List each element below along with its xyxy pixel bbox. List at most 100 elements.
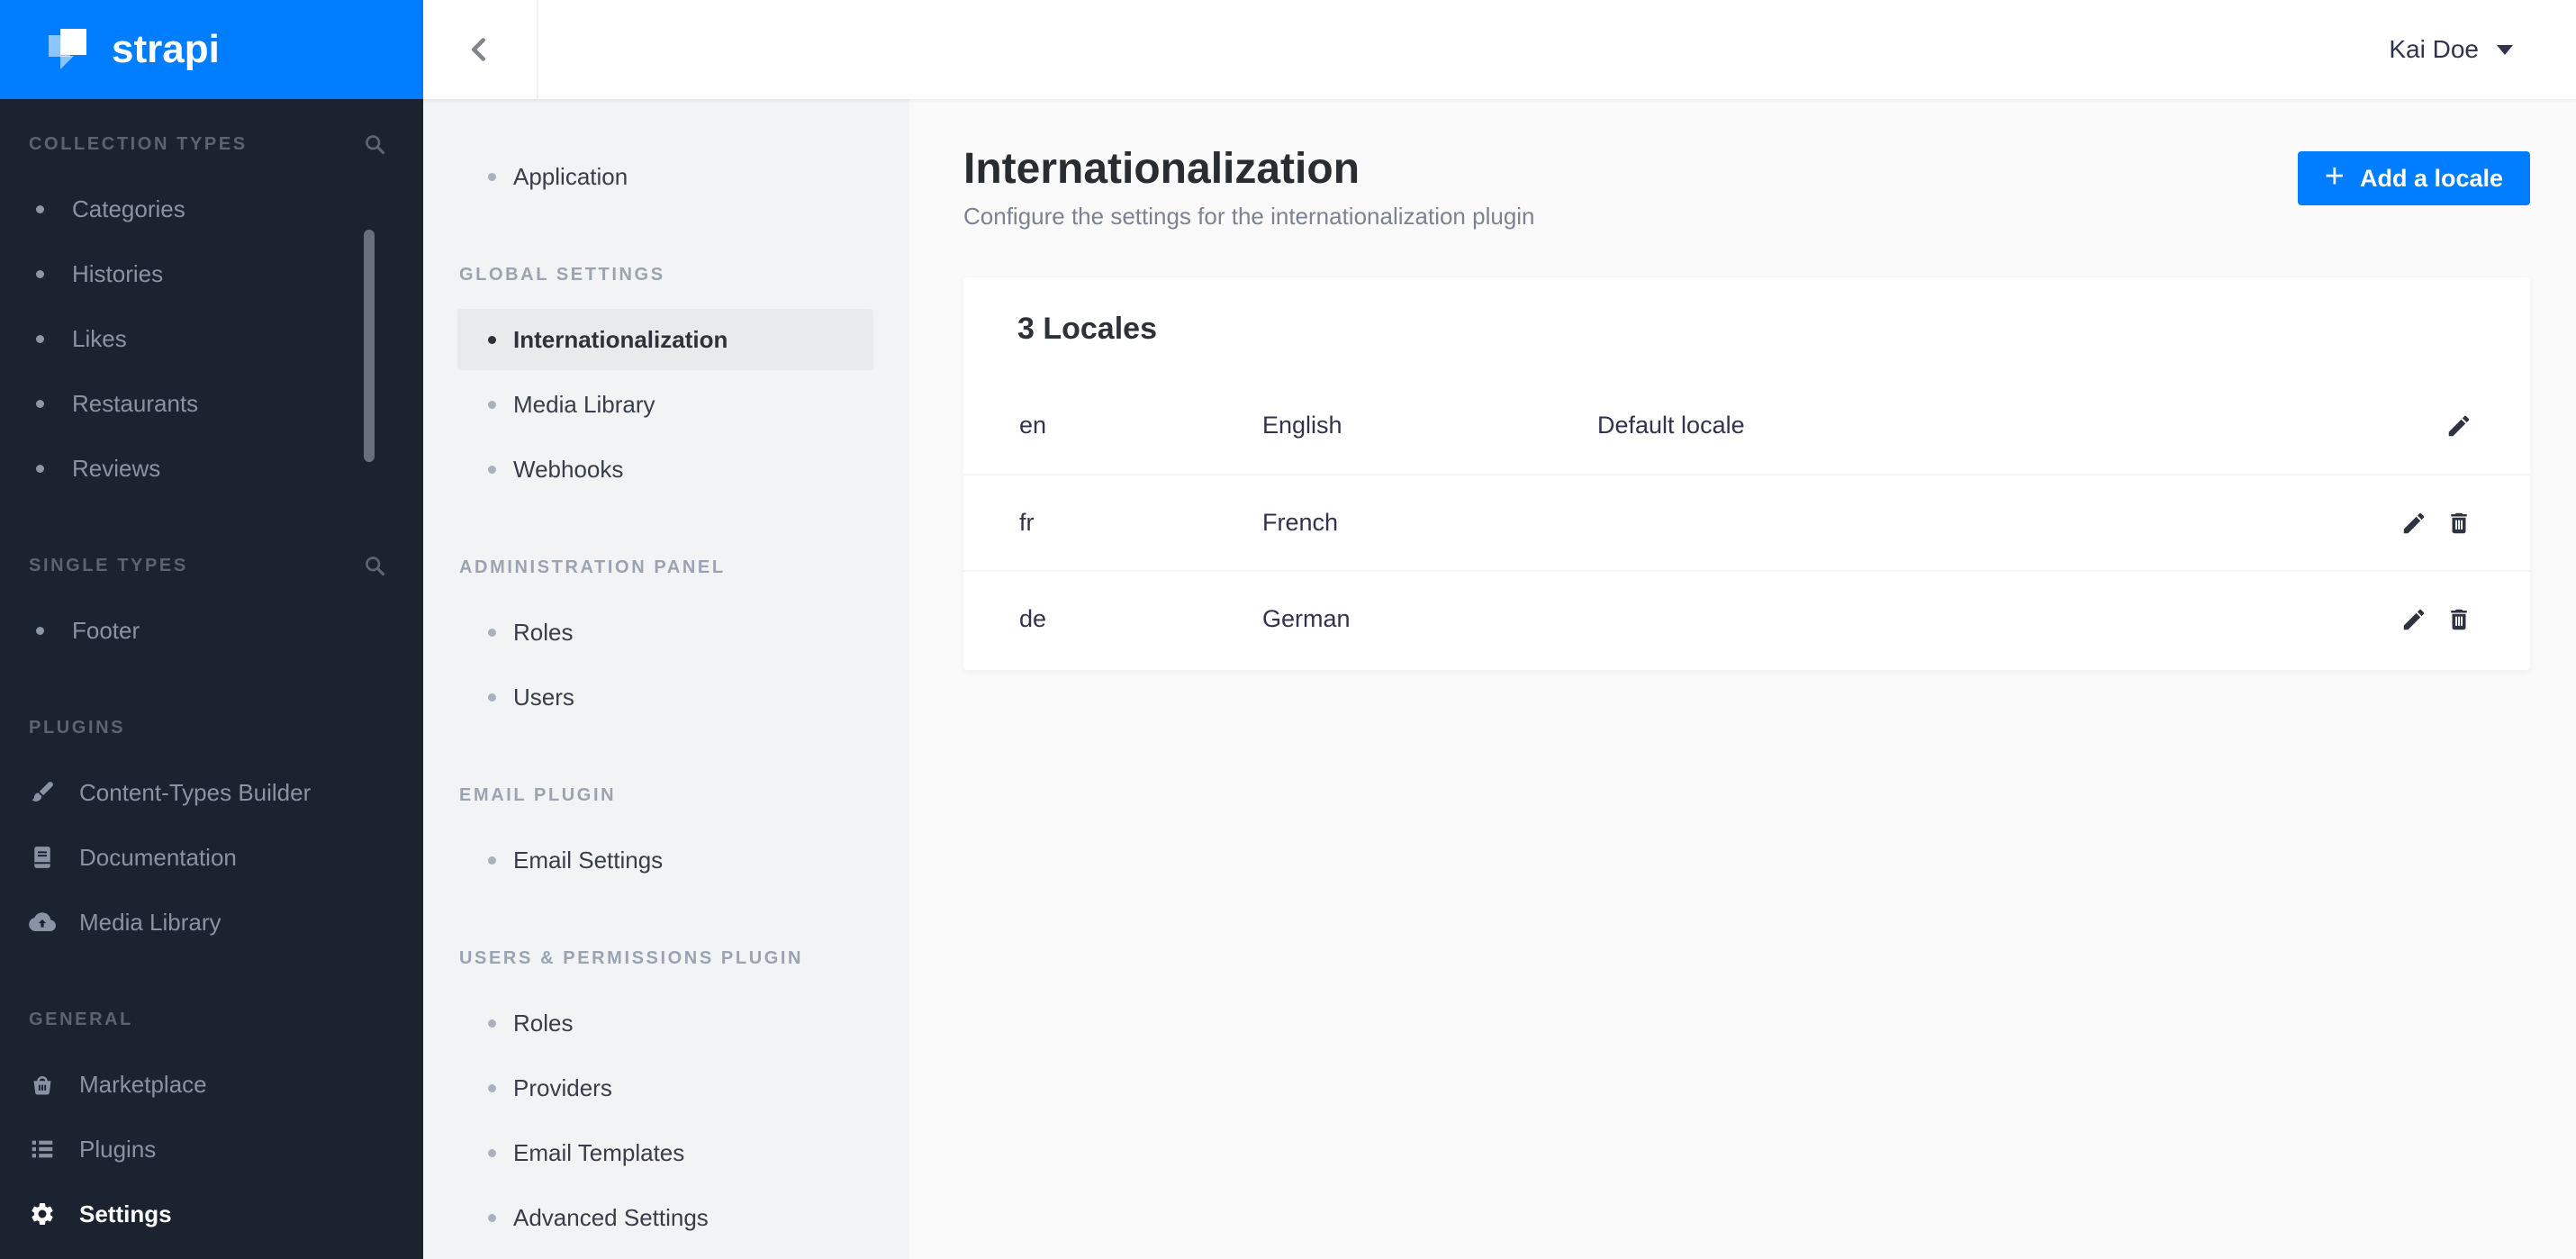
- sidebar-item-footer[interactable]: Footer: [0, 598, 423, 663]
- sidebar-item-plugins[interactable]: Plugins: [0, 1117, 423, 1182]
- locales-card-title: 3 Locales: [1017, 312, 1157, 346]
- sidebar-item-marketplace[interactable]: Marketplace: [0, 1052, 423, 1117]
- sidebar-item-likes[interactable]: Likes: [0, 306, 423, 371]
- bullet-icon: [488, 693, 496, 702]
- strapi-admin-app: strapi COLLECTION TYPES Categories Histo…: [0, 0, 2576, 1259]
- sidebar-item-media-library[interactable]: Media Library: [0, 890, 423, 955]
- bullet-icon: [488, 465, 496, 474]
- locales-card: 3 Locales en English Default locale fr F…: [963, 277, 2530, 670]
- sidebar-item-label: Documentation: [79, 843, 237, 871]
- pencil-icon: [2403, 609, 2425, 630]
- edit-locale-button[interactable]: [2445, 412, 2472, 439]
- bullet-icon: [36, 626, 44, 635]
- sidebar-item-label: Histories: [72, 259, 164, 287]
- row-actions: [2445, 412, 2472, 439]
- trash-icon: [2451, 609, 2467, 630]
- locale-name: English: [1262, 412, 1342, 439]
- bullet-icon: [488, 856, 496, 865]
- back-button[interactable]: [423, 0, 538, 99]
- gear-icon: [29, 1200, 56, 1227]
- search-icon[interactable]: [363, 132, 387, 157]
- section-label: SINGLE TYPES: [29, 555, 188, 575]
- sidebar-item-restaurants[interactable]: Restaurants: [0, 371, 423, 436]
- user-menu[interactable]: Kai Doe: [2389, 35, 2576, 64]
- locale-row-de: de German: [963, 570, 2530, 666]
- edit-locale-button[interactable]: [2400, 606, 2427, 633]
- delete-locale-button[interactable]: [2445, 510, 2472, 537]
- locale-default-badge: Default locale: [1597, 412, 1745, 439]
- edit-locale-button[interactable]: [2400, 510, 2427, 537]
- settings-nav-item-email-settings[interactable]: Email Settings: [423, 828, 909, 892]
- settings-nav-item-label: Users: [513, 683, 574, 711]
- settings-nav-item-roles[interactable]: Roles: [423, 600, 909, 665]
- row-actions: [2400, 510, 2472, 537]
- search-icon[interactable]: [363, 554, 387, 578]
- sidebar-item-settings[interactable]: Settings: [0, 1182, 423, 1246]
- sidebar-section-header: COLLECTION TYPES: [0, 112, 423, 177]
- bullet-icon: [36, 269, 44, 278]
- settings-nav-item-label: Providers: [513, 1073, 612, 1101]
- section-label: ADMINISTRATION PANEL: [459, 557, 726, 577]
- paintbrush-icon: [29, 779, 56, 806]
- logo-wordmark: strapi: [112, 27, 220, 71]
- sidebar-item-label: Categories: [72, 195, 185, 222]
- settings-nav-item-internationalization[interactable]: Internationalization: [457, 309, 873, 370]
- locale-code: de: [1019, 605, 1047, 632]
- sidebar-item-categories[interactable]: Categories: [0, 177, 423, 241]
- settings-nav-item-advanced-settings[interactable]: Advanced Settings: [423, 1185, 909, 1250]
- logo-bar[interactable]: strapi: [0, 0, 423, 99]
- settings-nav-header-users-permissions-plugin: USERS & PERMISSIONS PLUGIN: [423, 926, 909, 991]
- settings-nav-item-media-library[interactable]: Media Library: [423, 372, 909, 437]
- add-locale-button-label: Add a locale: [2359, 164, 2503, 192]
- settings-nav-header-global-settings: GLOBAL SETTINGS: [423, 242, 909, 307]
- sidebar-item-content-types-builder[interactable]: Content-Types Builder: [0, 760, 423, 825]
- settings-nav-item-label: Roles: [513, 1009, 574, 1037]
- basket-icon: [29, 1071, 56, 1098]
- settings-nav-item-providers[interactable]: Providers: [423, 1055, 909, 1120]
- delete-locale-button[interactable]: [2445, 606, 2472, 633]
- page-subtitle: Configure the settings for the internati…: [963, 203, 1535, 230]
- settings-nav-item-application[interactable]: Application: [423, 144, 909, 209]
- bullet-icon: [36, 399, 44, 408]
- sidebar-section-header: PLUGINS: [0, 695, 423, 760]
- settings-nav-header-administration-panel: ADMINISTRATION PANEL: [423, 535, 909, 600]
- bullet-icon: [488, 1148, 496, 1157]
- sidebar-scrollbar-thumb[interactable]: [364, 230, 375, 462]
- settings-nav-item-email-templates[interactable]: Email Templates: [423, 1120, 909, 1185]
- sidebar-item-label: Footer: [72, 616, 140, 644]
- sidebar-item-label: Settings: [79, 1200, 172, 1227]
- pencil-icon: [2448, 415, 2470, 436]
- add-locale-button[interactable]: + Add a locale: [2297, 151, 2530, 205]
- page-header: Internationalization Configure the setti…: [909, 99, 2576, 231]
- bullet-icon: [488, 1019, 496, 1028]
- settings-nav-item-up-roles[interactable]: Roles: [423, 991, 909, 1055]
- sidebar-item-histories[interactable]: Histories: [0, 241, 423, 306]
- bullet-icon: [36, 464, 44, 473]
- sidebar-item-label: Media Library: [79, 908, 221, 936]
- sidebar-section-collection-types: COLLECTION TYPES Categories Histories Li…: [0, 112, 423, 501]
- settings-subnav: Application GLOBAL SETTINGS Internationa…: [423, 99, 909, 1259]
- locale-row-fr: fr French: [963, 474, 2530, 570]
- locale-name: German: [1262, 605, 1351, 632]
- pencil-icon: [2403, 512, 2425, 533]
- section-label: EMAIL PLUGIN: [459, 784, 617, 805]
- settings-nav-item-users[interactable]: Users: [423, 665, 909, 729]
- settings-nav-item-label: Roles: [513, 618, 574, 646]
- settings-nav-item-webhooks[interactable]: Webhooks: [423, 437, 909, 502]
- sidebar-item-label: Reviews: [72, 454, 161, 482]
- main-content: Internationalization Configure the setti…: [909, 99, 2576, 1259]
- bullet-icon: [488, 1083, 496, 1092]
- caret-down-icon: [2497, 44, 2513, 55]
- page-header-text: Internationalization Configure the setti…: [963, 144, 1535, 231]
- bullet-icon: [488, 172, 496, 181]
- locale-code: fr: [1019, 509, 1035, 536]
- sidebar-item-label: Restaurants: [72, 389, 199, 417]
- sidebar-item-label: Likes: [72, 324, 127, 352]
- settings-nav-item-label: Media Library: [513, 390, 655, 418]
- sidebar-item-reviews[interactable]: Reviews: [0, 436, 423, 501]
- locale-row-en: en English Default locale: [963, 377, 2530, 474]
- sidebar-item-documentation[interactable]: Documentation: [0, 825, 423, 890]
- settings-nav-item-label: Email Templates: [513, 1138, 685, 1166]
- sidebar-section-plugins: PLUGINS Content-Types Builder Documentat…: [0, 695, 423, 955]
- settings-nav-header-email-plugin: EMAIL PLUGIN: [423, 763, 909, 828]
